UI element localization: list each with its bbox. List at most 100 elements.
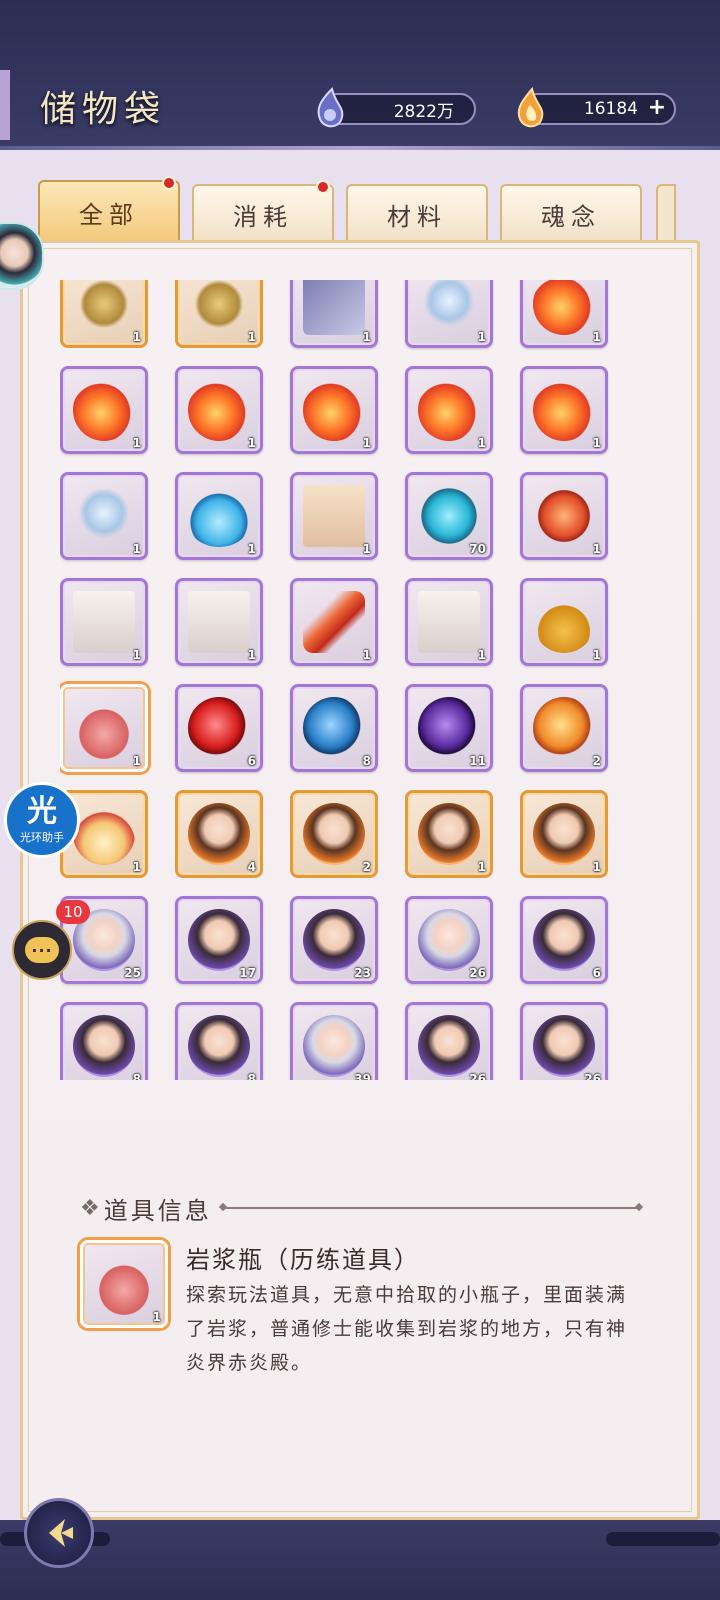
helper-button[interactable]: 光 光环助手	[4, 782, 80, 858]
potion-icon	[93, 1253, 155, 1315]
item-count: 6	[592, 966, 601, 980]
helper-icon: 光	[27, 794, 57, 829]
bottom-bar-right-decor	[606, 1532, 720, 1546]
inventory-item[interactable]: 1	[290, 472, 378, 560]
blue-icon	[418, 485, 480, 547]
inventory-item[interactable]: 26	[405, 1002, 493, 1080]
potion-icon	[73, 697, 135, 759]
item-count: 70	[469, 542, 486, 556]
item-count: 2	[362, 860, 371, 874]
inventory-item[interactable]: 1	[520, 472, 608, 560]
face-icon	[418, 1015, 480, 1077]
face-icon	[188, 1015, 250, 1077]
item-count: 1	[247, 542, 256, 556]
inventory-item[interactable]: 1	[175, 472, 263, 560]
item-count: 1	[362, 648, 371, 662]
inventory-item[interactable]: 1	[290, 280, 378, 348]
inventory-item[interactable]: 11	[405, 684, 493, 772]
bell-icon	[73, 280, 135, 335]
item-count: 1	[247, 648, 256, 662]
inventory-item[interactable]: 26	[405, 896, 493, 984]
inventory-item[interactable]: 8	[175, 1002, 263, 1080]
inventory-item[interactable]: 1	[175, 366, 263, 454]
tab-soul[interactable]: 魂念	[500, 184, 642, 242]
item-count: 1	[477, 436, 486, 450]
tab-consumable[interactable]: 消耗	[192, 180, 334, 242]
spirit-stone-currency: 2822万	[317, 87, 476, 128]
tab-consumable-badge	[316, 180, 330, 194]
inventory-item[interactable]: 39	[290, 1002, 378, 1080]
face-icon	[418, 909, 480, 971]
inventory-item[interactable]: 1	[520, 790, 608, 878]
item-grid-viewport[interactable]: 1 1 1 1 1 1 1 1 1 1 1 1 1 70 1 1 1 1 1 1 1 6 8 11 2 1 4 2 1 1 25 17 23 26…	[60, 280, 660, 1080]
inventory-item[interactable]: 2	[520, 684, 608, 772]
inventory-item[interactable]: 4	[175, 790, 263, 878]
inventory-item[interactable]: 1	[60, 578, 148, 666]
inventory-item[interactable]: 1	[405, 280, 493, 348]
item-info-title: 道具信息	[103, 1196, 212, 1225]
item-count: 1	[132, 648, 141, 662]
inventory-item[interactable]: 1	[60, 684, 148, 772]
item-count: 6	[247, 754, 256, 768]
selected-item-description: 探索玩法道具，无意中拾取的小瓶子，里面装满了岩浆，普通修士能收集到岩浆的地方，只…	[186, 1284, 628, 1374]
bell-icon	[188, 280, 250, 335]
item-count: 26	[469, 1072, 486, 1080]
inventory-item[interactable]: 26	[520, 1002, 608, 1080]
inventory-item[interactable]: 1	[520, 366, 608, 454]
flame-icon	[533, 379, 595, 441]
item-count: 1	[592, 648, 601, 662]
item-count: 1	[362, 436, 371, 450]
add-currency-button[interactable]: +	[646, 97, 668, 120]
item-count: 23	[354, 966, 371, 980]
card-icon	[303, 280, 365, 335]
item-count: 11	[469, 754, 486, 768]
inventory-item[interactable]: 8	[60, 1002, 148, 1080]
tab-all-badge	[162, 176, 176, 190]
inventory-item[interactable]: 8	[290, 684, 378, 772]
face-icon	[188, 909, 250, 971]
inventory-item[interactable]: 1	[290, 578, 378, 666]
tab-overflow-edge[interactable]	[656, 184, 676, 242]
inventory-item[interactable]: 1	[520, 280, 608, 348]
purple-icon	[418, 697, 480, 759]
face-icon	[303, 909, 365, 971]
inventory-item[interactable]: 1	[405, 578, 493, 666]
inventory-item[interactable]: 1	[175, 280, 263, 348]
item-count: 1	[132, 754, 141, 768]
item-count: 1	[132, 542, 141, 556]
item-count: 2	[592, 754, 601, 768]
inventory-item[interactable]: 1	[60, 366, 148, 454]
inventory-item[interactable]: 23	[290, 896, 378, 984]
flame-icon	[418, 379, 480, 441]
face-icon	[418, 803, 480, 865]
chat-button[interactable]: ···	[12, 920, 72, 980]
divider	[221, 1207, 640, 1209]
inventory-item[interactable]: 1	[405, 366, 493, 454]
inventory-item[interactable]: 2	[290, 790, 378, 878]
feather-icon	[303, 591, 365, 653]
tab-material[interactable]: 材料	[346, 184, 488, 242]
inventory-item[interactable]: 1	[60, 280, 148, 348]
item-count: 1	[132, 860, 141, 874]
page-title: 储物袋	[40, 89, 167, 130]
inventory-item[interactable]: 1	[175, 578, 263, 666]
inventory-item[interactable]: 6	[520, 896, 608, 984]
inventory-item[interactable]: 17	[175, 896, 263, 984]
item-count: 1	[592, 330, 601, 344]
back-button[interactable]	[24, 1498, 94, 1568]
tab-all[interactable]: 全部	[38, 176, 180, 242]
inventory-item[interactable]: 1	[60, 472, 148, 560]
seal-icon	[533, 485, 595, 547]
cyan-icon	[303, 697, 365, 759]
inventory-item[interactable]: 6	[175, 684, 263, 772]
inventory-item[interactable]: 70	[405, 472, 493, 560]
inventory-item[interactable]: 1	[290, 366, 378, 454]
item-count: 1	[247, 330, 256, 344]
inventory-item[interactable]: 1	[520, 578, 608, 666]
item-count: 25	[124, 966, 141, 980]
inventory-item[interactable]: 1	[405, 790, 493, 878]
face-icon	[73, 1015, 135, 1077]
tab-material-label: 材料	[387, 202, 447, 231]
face-icon	[533, 803, 595, 865]
face-icon	[303, 803, 365, 865]
